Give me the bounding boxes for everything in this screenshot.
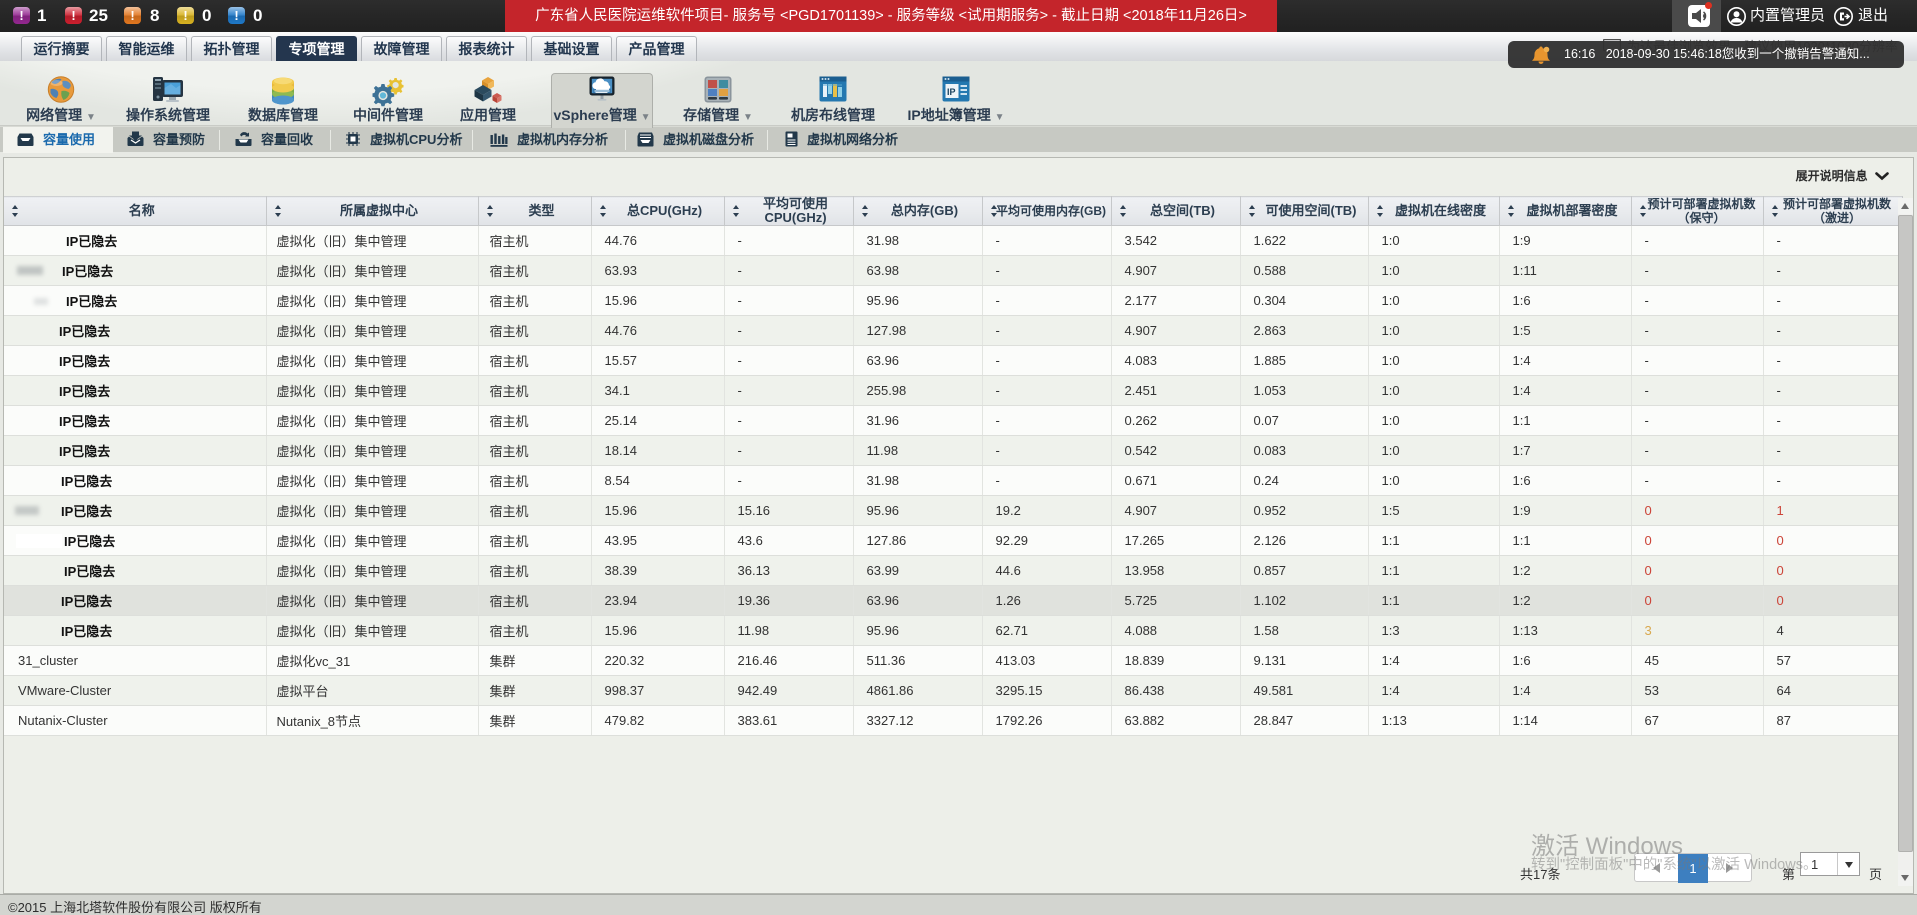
svg-text:IP: IP (947, 87, 956, 97)
